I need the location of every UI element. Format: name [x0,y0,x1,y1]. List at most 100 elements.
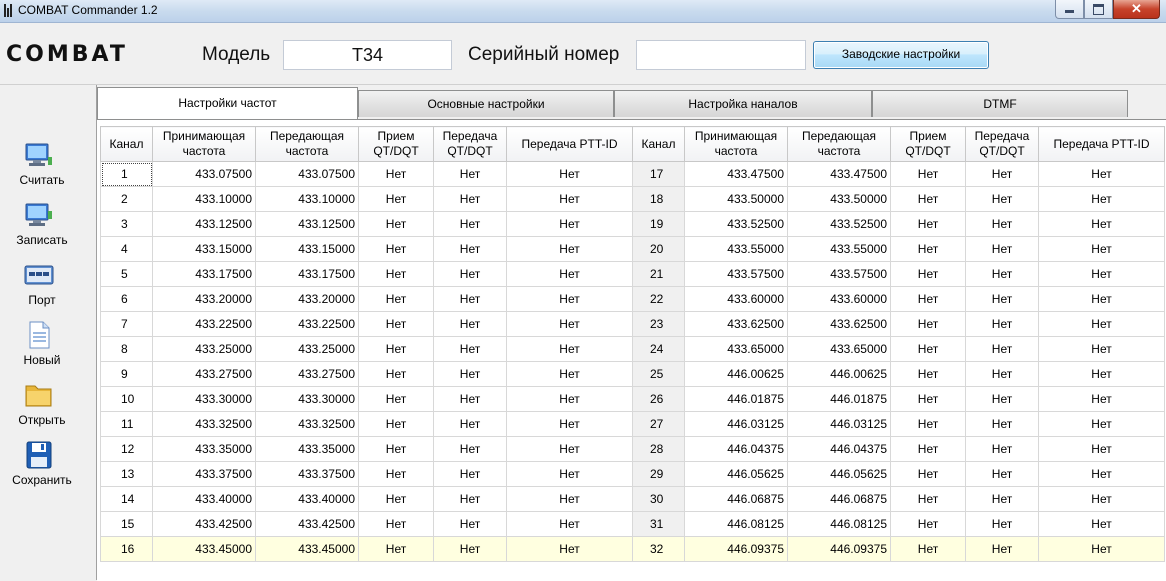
cell-ptt-id[interactable]: Нет [506,161,633,187]
cell-tx-frequency[interactable]: 433.27500 [255,361,359,387]
cell-tx-qt[interactable]: Нет [433,261,507,287]
cell-tx-frequency[interactable]: 446.01875 [787,386,891,412]
cell-rx-frequency[interactable]: 446.06875 [684,486,788,512]
cell-rx-qt[interactable]: Нет [890,236,966,262]
cell-tx-frequency[interactable]: 446.03125 [787,411,891,437]
cell-rx-frequency[interactable]: 433.42500 [152,511,256,537]
cell-tx-frequency[interactable]: 433.17500 [255,261,359,287]
column-header-rx-qt[interactable]: Прием QT/DQT [358,126,434,162]
cell-channel[interactable]: 17 [632,161,685,187]
cell-ptt-id[interactable]: Нет [1038,361,1165,387]
cell-rx-qt[interactable]: Нет [890,361,966,387]
cell-ptt-id[interactable]: Нет [506,536,633,562]
cell-tx-qt[interactable]: Нет [433,161,507,187]
cell-rx-qt[interactable]: Нет [890,186,966,212]
tab-frequency-settings[interactable]: Настройки частот [97,87,358,119]
cell-tx-frequency[interactable]: 433.10000 [255,186,359,212]
cell-rx-frequency[interactable]: 433.27500 [152,361,256,387]
cell-tx-frequency[interactable]: 446.06875 [787,486,891,512]
cell-tx-frequency[interactable]: 433.57500 [787,261,891,287]
cell-rx-frequency[interactable]: 446.05625 [684,461,788,487]
cell-tx-frequency[interactable]: 446.08125 [787,511,891,537]
cell-tx-frequency[interactable]: 433.45000 [255,536,359,562]
table-row[interactable]: 6 433.20000 433.20000 Нет Нет Нет 22 433.60000 4… [100,286,1165,312]
cell-ptt-id[interactable]: Нет [1038,261,1165,287]
cell-rx-qt[interactable]: Нет [358,261,434,287]
cell-ptt-id[interactable]: Нет [506,236,633,262]
cell-tx-frequency[interactable]: 433.50000 [787,186,891,212]
cell-tx-qt[interactable]: Нет [433,361,507,387]
cell-rx-qt[interactable]: Нет [358,411,434,437]
cell-tx-frequency[interactable]: 433.52500 [787,211,891,237]
cell-ptt-id[interactable]: Нет [1038,536,1165,562]
table-row[interactable]: 15 433.42500 433.42500 Нет Нет Нет 31 446.08125… [100,511,1165,537]
cell-channel[interactable]: 18 [632,186,685,212]
cell-ptt-id[interactable]: Нет [1038,161,1165,187]
table-row[interactable]: 1 433.07500 433.07500 Нет Нет Нет 17 433.47500 4… [100,161,1165,187]
cell-tx-qt[interactable]: Нет [965,411,1039,437]
cell-tx-frequency[interactable]: 433.30000 [255,386,359,412]
cell-tx-frequency[interactable]: 433.22500 [255,311,359,337]
cell-tx-frequency[interactable]: 433.20000 [255,286,359,312]
cell-rx-frequency[interactable]: 433.45000 [152,536,256,562]
cell-rx-qt[interactable]: Нет [358,386,434,412]
save-button[interactable]: Сохранить [0,435,84,493]
table-row[interactable]: 16 433.45000 433.45000 Нет Нет Нет 32 446.09375… [100,536,1165,562]
cell-rx-frequency[interactable]: 433.22500 [152,311,256,337]
cell-rx-qt[interactable]: Нет [358,436,434,462]
cell-tx-qt[interactable]: Нет [433,386,507,412]
cell-tx-frequency[interactable]: 446.00625 [787,361,891,387]
cell-tx-qt[interactable]: Нет [965,436,1039,462]
cell-rx-frequency[interactable]: 433.25000 [152,336,256,362]
cell-ptt-id[interactable]: Нет [1038,186,1165,212]
cell-ptt-id[interactable]: Нет [506,486,633,512]
cell-ptt-id[interactable]: Нет [1038,386,1165,412]
cell-channel[interactable]: 4 [100,236,153,262]
cell-tx-frequency[interactable]: 446.04375 [787,436,891,462]
cell-channel[interactable]: 19 [632,211,685,237]
factory-settings-button[interactable]: Заводские настройки [813,41,989,69]
cell-rx-qt[interactable]: Нет [890,211,966,237]
cell-channel[interactable]: 25 [632,361,685,387]
cell-rx-frequency[interactable]: 433.40000 [152,486,256,512]
cell-rx-frequency[interactable]: 433.50000 [684,186,788,212]
cell-rx-frequency[interactable]: 433.07500 [152,161,256,187]
cell-channel[interactable]: 27 [632,411,685,437]
cell-channel[interactable]: 29 [632,461,685,487]
column-header-rx-freq[interactable]: Принимающая частота [684,126,788,162]
column-header-ptt-id[interactable]: Передача PTT-ID [506,126,633,162]
cell-rx-frequency[interactable]: 433.37500 [152,461,256,487]
cell-channel[interactable]: 22 [632,286,685,312]
cell-rx-qt[interactable]: Нет [358,161,434,187]
cell-rx-frequency[interactable]: 446.01875 [684,386,788,412]
cell-rx-qt[interactable]: Нет [358,311,434,337]
cell-tx-qt[interactable]: Нет [965,311,1039,337]
cell-channel[interactable]: 2 [100,186,153,212]
cell-tx-frequency[interactable]: 433.12500 [255,211,359,237]
cell-tx-qt[interactable]: Нет [965,536,1039,562]
cell-rx-frequency[interactable]: 446.04375 [684,436,788,462]
cell-rx-frequency[interactable]: 433.17500 [152,261,256,287]
cell-channel[interactable]: 8 [100,336,153,362]
cell-tx-qt[interactable]: Нет [433,186,507,212]
cell-ptt-id[interactable]: Нет [1038,486,1165,512]
cell-ptt-id[interactable]: Нет [506,211,633,237]
cell-channel[interactable]: 21 [632,261,685,287]
cell-tx-qt[interactable]: Нет [433,236,507,262]
column-header-rx-freq[interactable]: Принимающая частота [152,126,256,162]
cell-tx-frequency[interactable]: 433.15000 [255,236,359,262]
cell-channel[interactable]: 16 [100,536,153,562]
cell-tx-frequency[interactable]: 433.37500 [255,461,359,487]
column-header-tx-freq[interactable]: Передающая частота [255,126,359,162]
cell-channel[interactable]: 20 [632,236,685,262]
cell-tx-qt[interactable]: Нет [965,286,1039,312]
cell-rx-frequency[interactable]: 433.15000 [152,236,256,262]
cell-tx-qt[interactable]: Нет [965,361,1039,387]
cell-channel[interactable]: 11 [100,411,153,437]
write-button[interactable]: Записать [0,195,84,253]
cell-rx-qt[interactable]: Нет [890,511,966,537]
table-row[interactable]: 14 433.40000 433.40000 Нет Нет Нет 30 446.06875… [100,486,1165,512]
cell-ptt-id[interactable]: Нет [506,186,633,212]
tab-dtmf[interactable]: DTMF [872,90,1128,117]
cell-tx-qt[interactable]: Нет [433,486,507,512]
